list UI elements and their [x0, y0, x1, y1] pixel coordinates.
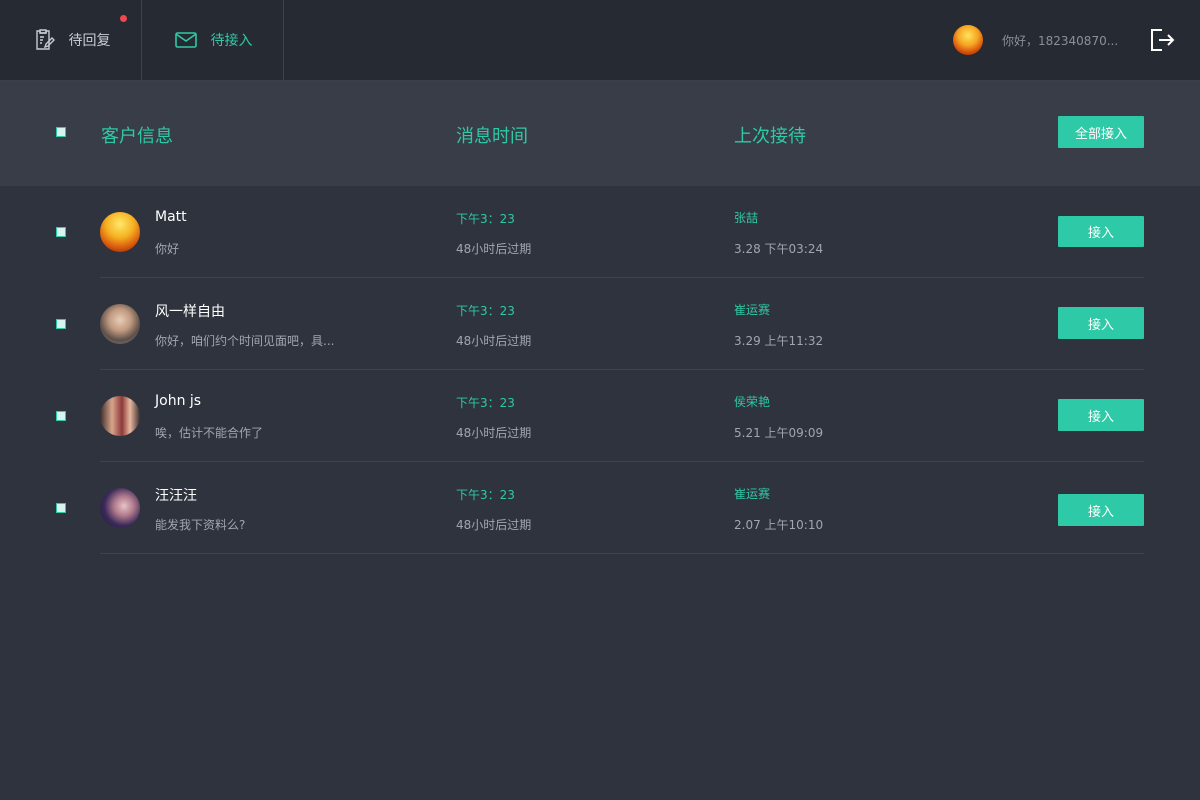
- column-customer-info: 客户信息: [101, 126, 173, 147]
- accept-button[interactable]: 接入: [1058, 307, 1144, 339]
- message-time: 下午3：23: [456, 396, 515, 410]
- notification-badge: [120, 15, 127, 22]
- last-agent: 张喆: [734, 211, 759, 225]
- user-area: 你好，182340870...: [953, 0, 1200, 80]
- tab-pending-access[interactable]: 待接入: [142, 0, 284, 80]
- accept-button[interactable]: 接入: [1058, 399, 1144, 431]
- expire-text: 48小时后过期: [456, 242, 532, 256]
- accept-all-button[interactable]: 全部接入: [1058, 116, 1144, 148]
- column-last-reception: 上次接待: [734, 126, 806, 147]
- message-time: 下午3：23: [456, 304, 515, 318]
- customer-message: 你好: [155, 242, 180, 256]
- last-agent: 崔运赛: [734, 487, 771, 501]
- avatar: [100, 396, 140, 436]
- user-greeting: 你好，182340870...: [1002, 33, 1119, 48]
- last-agent: 崔运赛: [734, 303, 771, 317]
- customer-message: 你好，咱们约个时间见面吧，具...: [155, 334, 335, 348]
- tab-pending-reply[interactable]: 待回复: [0, 0, 142, 80]
- table-row: 风一样自由 你好，咱们约个时间见面吧，具... 下午3：23 48小时后过期 崔…: [0, 278, 1200, 370]
- select-all-checkbox[interactable]: [56, 127, 66, 137]
- customer-name: 风一样自由: [155, 304, 225, 320]
- table-row: John js 唉，估计不能合作了 下午3：23 48小时后过期 侯荣艳 5.2…: [0, 370, 1200, 462]
- row-checkbox[interactable]: [56, 319, 66, 329]
- top-bar: 待回复 待接入 你好，182340870...: [0, 0, 1200, 81]
- last-reception-time: 2.07 上午10:10: [734, 518, 824, 532]
- clipboard-edit-icon: [31, 27, 57, 53]
- row-checkbox[interactable]: [56, 503, 66, 513]
- last-reception-time: 3.29 上午11:32: [734, 334, 824, 348]
- logout-icon[interactable]: [1148, 26, 1176, 54]
- tab-pending-reply-label: 待回复: [68, 33, 111, 49]
- message-time: 下午3：23: [456, 212, 515, 226]
- expire-text: 48小时后过期: [456, 334, 532, 348]
- expire-text: 48小时后过期: [456, 426, 532, 440]
- envelope-icon: [173, 27, 199, 53]
- row-checkbox[interactable]: [56, 411, 66, 421]
- table-row: Matt 你好 下午3：23 48小时后过期 张喆 3.28 下午03:24 接…: [0, 186, 1200, 278]
- message-time: 下午3：23: [456, 488, 515, 502]
- last-reception-time: 3.28 下午03:24: [734, 242, 824, 256]
- customer-name: 汪汪汪: [155, 488, 197, 504]
- last-agent: 侯荣艳: [734, 395, 771, 409]
- accept-button[interactable]: 接入: [1058, 494, 1144, 526]
- table-header: 客户信息 消息时间 上次接待 全部接入: [0, 81, 1200, 186]
- customer-name: Matt: [155, 209, 187, 225]
- customer-name: John js: [155, 393, 202, 409]
- tab-pending-access-label: 待接入: [210, 33, 253, 49]
- accept-button[interactable]: 接入: [1058, 216, 1144, 247]
- row-divider: [100, 553, 1144, 554]
- row-checkbox[interactable]: [56, 227, 66, 237]
- last-reception-time: 5.21 上午09:09: [734, 426, 824, 440]
- customer-message: 唉，估计不能合作了: [155, 426, 264, 440]
- customer-message: 能发我下资料么?: [155, 518, 246, 532]
- avatar: [100, 304, 140, 344]
- column-message-time: 消息时间: [456, 126, 528, 147]
- avatar: [100, 212, 140, 252]
- expire-text: 48小时后过期: [456, 518, 532, 532]
- table-row: 汪汪汪 能发我下资料么? 下午3：23 48小时后过期 崔运赛 2.07 上午1…: [0, 462, 1200, 554]
- user-avatar[interactable]: [953, 25, 983, 55]
- avatar: [100, 488, 140, 528]
